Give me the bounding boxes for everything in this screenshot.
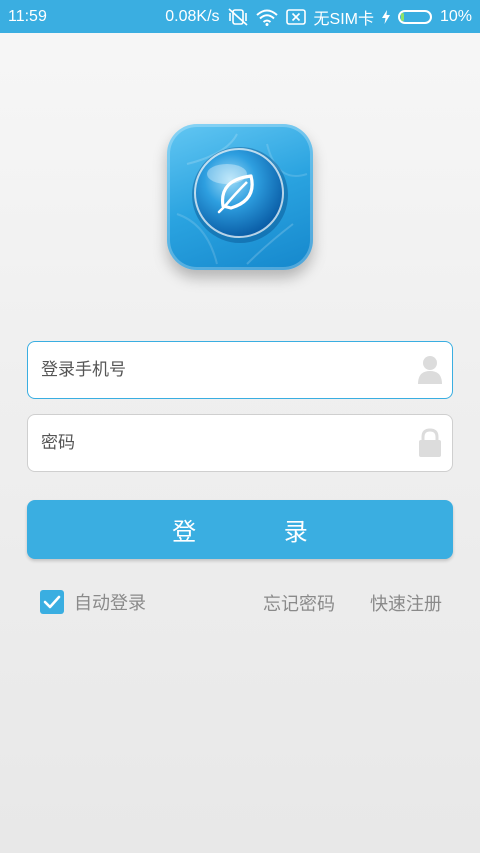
auto-login-checkbox[interactable]: [40, 590, 64, 614]
phone-field[interactable]: [27, 341, 453, 399]
lock-icon: [417, 428, 443, 462]
status-bar: 11:59 0.08K/s 无SIM卡 10%: [0, 0, 480, 33]
auto-login-toggle[interactable]: 自动登录: [40, 589, 146, 615]
charging-icon: [381, 10, 390, 24]
login-button[interactable]: 登 录: [27, 500, 453, 559]
wifi-icon: [255, 9, 278, 26]
forgot-password-link[interactable]: 忘记密码: [263, 590, 335, 616]
password-field[interactable]: [27, 414, 453, 472]
battery-percent: 10%: [439, 8, 472, 25]
user-icon: [417, 355, 443, 389]
sim-status: 无SIM卡: [313, 11, 374, 28]
battery-level: [400, 13, 404, 21]
battery-icon: [397, 10, 432, 24]
mute-vibrate-icon: [227, 8, 248, 26]
checkmark-icon: [43, 595, 61, 609]
phone-input[interactable]: [28, 342, 411, 398]
status-time: 11:59: [8, 8, 47, 25]
quick-register-link[interactable]: 快速注册: [370, 590, 442, 616]
app-logo: [167, 124, 313, 270]
leaf-globe-icon: [176, 133, 308, 265]
no-sim-icon: [285, 9, 306, 25]
network-speed: 0.08K/s: [165, 8, 220, 25]
status-icons: 0.08K/s 无SIM卡 10%: [165, 7, 472, 28]
auto-login-label: 自动登录: [74, 593, 146, 614]
password-input[interactable]: [28, 415, 411, 471]
